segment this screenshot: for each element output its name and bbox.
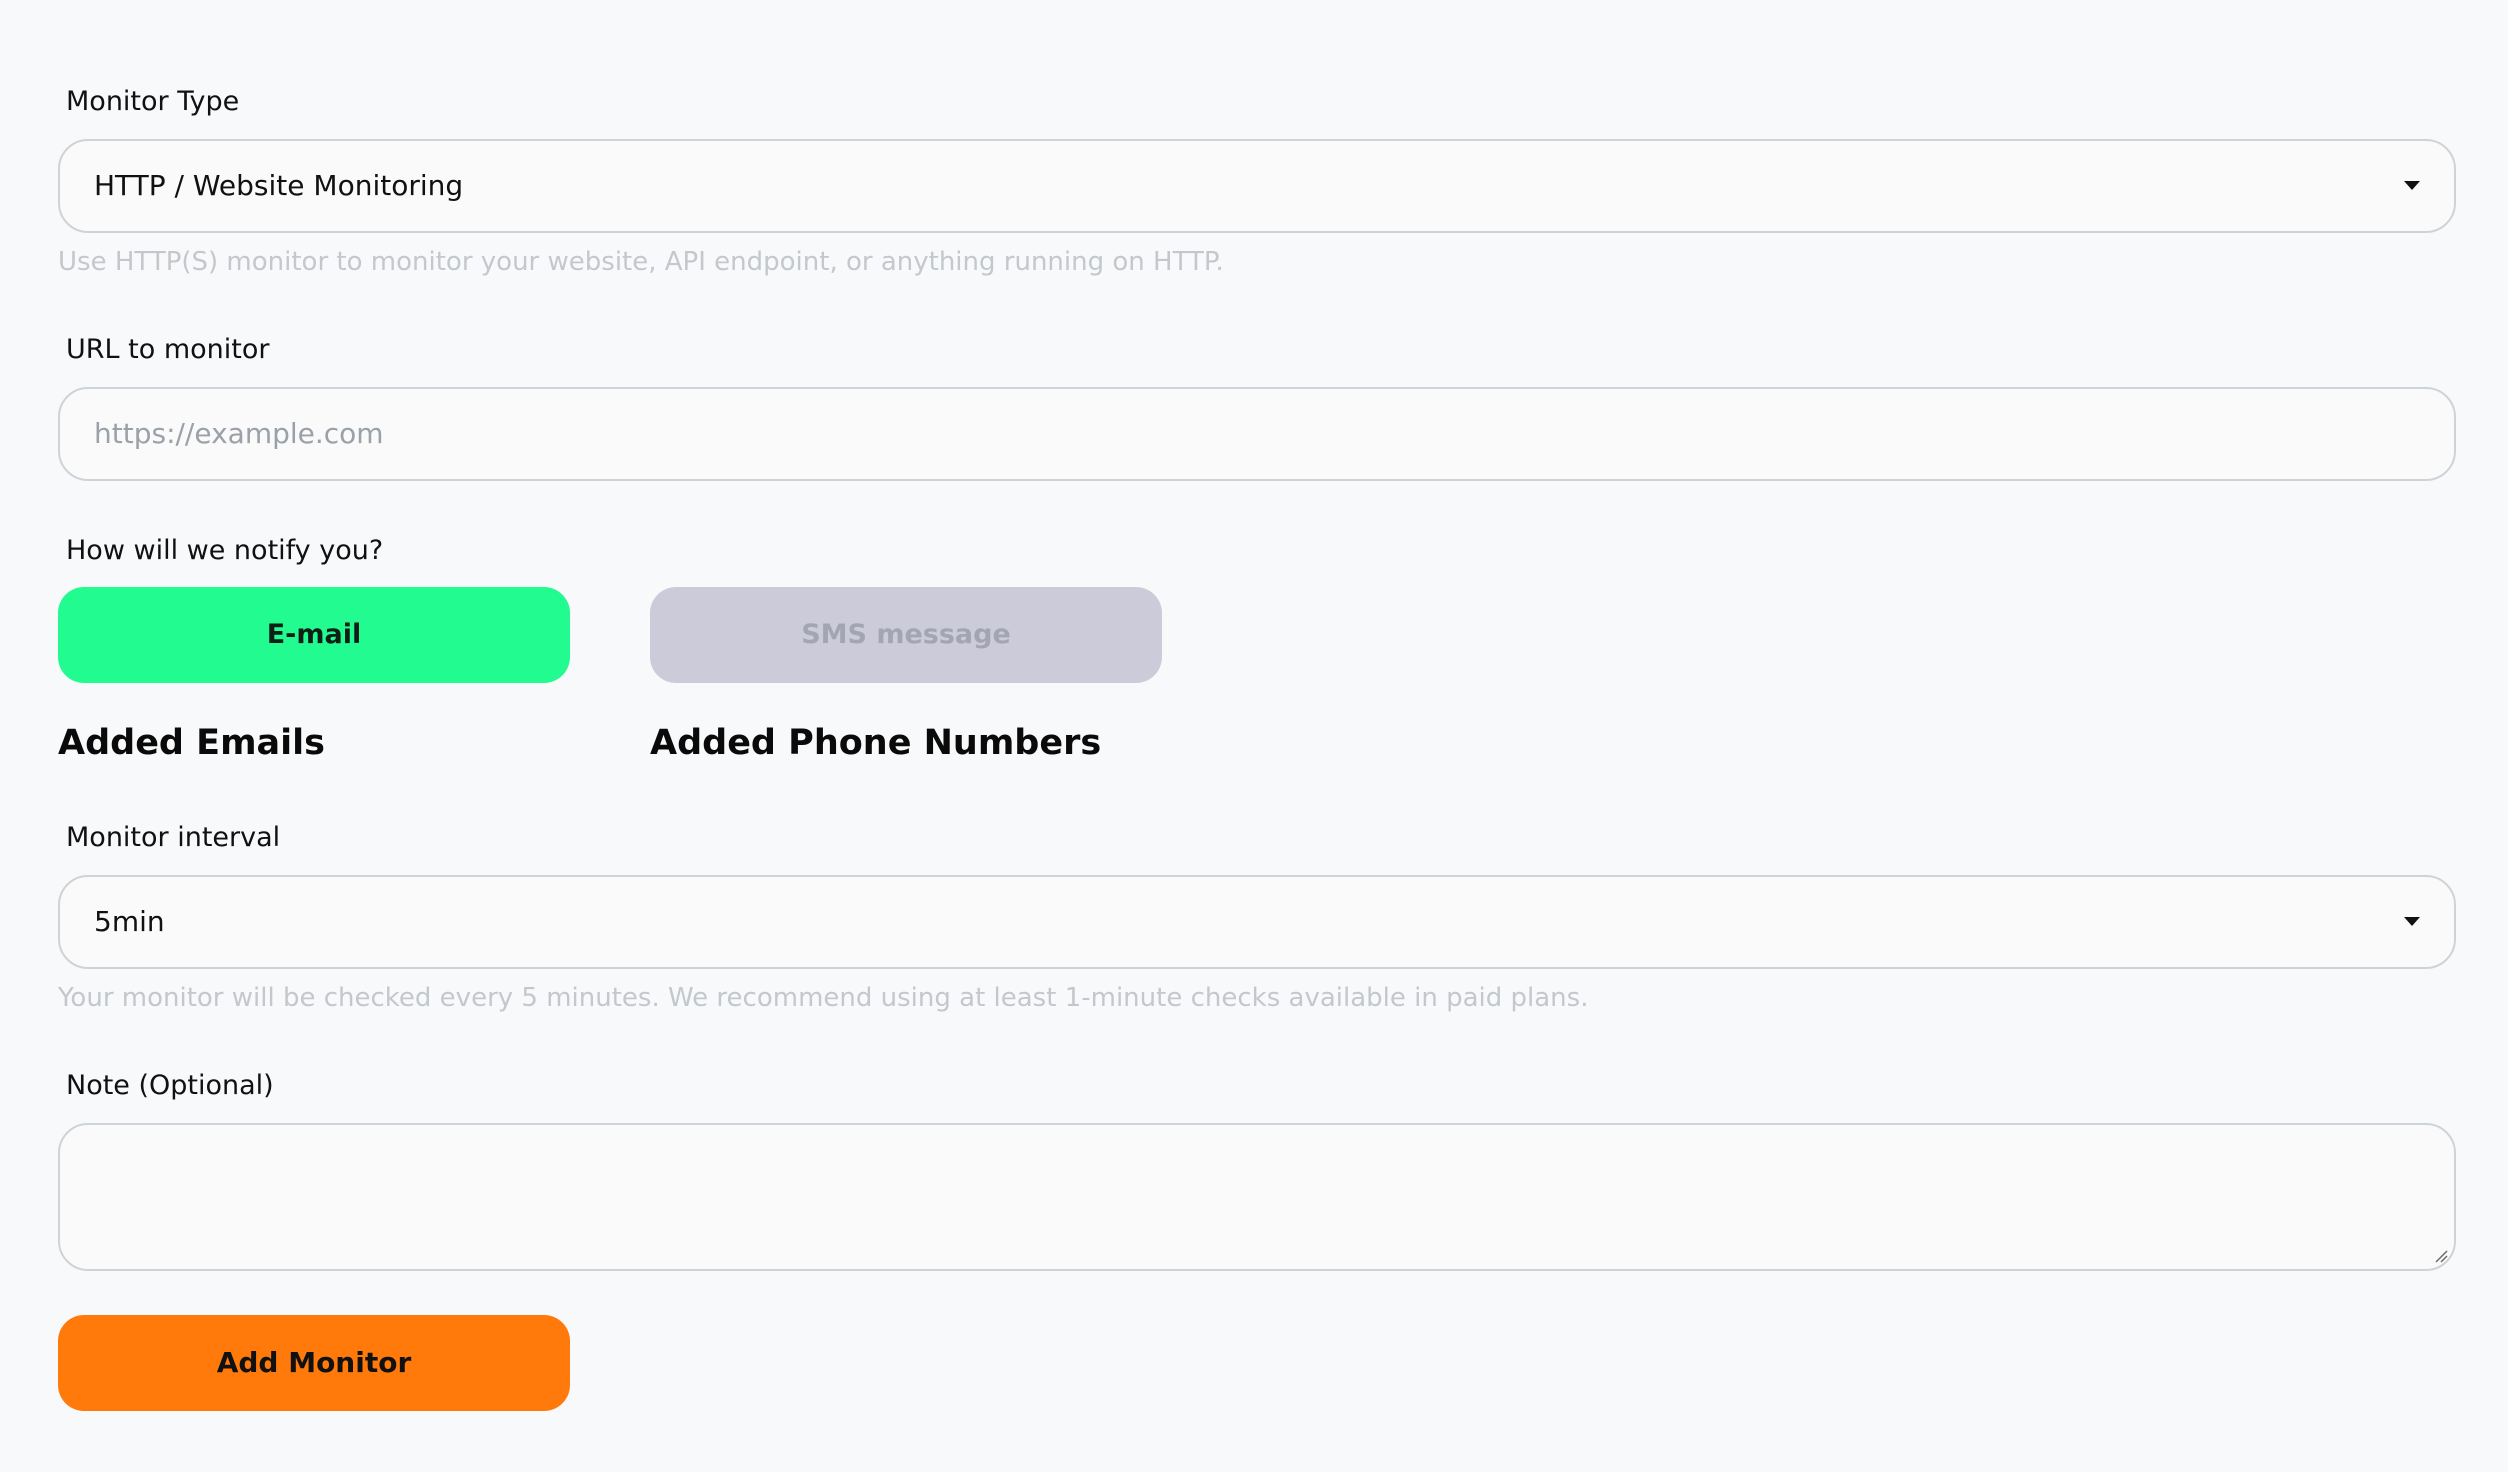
caret-down-icon [2404, 181, 2420, 190]
url-input[interactable]: https://example.com [58, 387, 2456, 481]
add-monitor-form: Monitor Type HTTP / Website Monitoring U… [0, 0, 2508, 1472]
monitor-type-select[interactable]: HTTP / Website Monitoring [58, 139, 2456, 233]
monitor-type-help-text: Use HTTP(S) monitor to monitor your webs… [58, 247, 1224, 277]
monitor-type-label: Monitor Type [66, 86, 240, 117]
resize-handle-icon[interactable] [2434, 1249, 2448, 1263]
add-monitor-button[interactable]: Add Monitor [58, 1315, 570, 1411]
added-emails-heading: Added Emails [58, 723, 325, 763]
url-label: URL to monitor [66, 334, 270, 365]
notify-label: How will we notify you? [66, 535, 384, 566]
sms-toggle-button[interactable]: SMS message [650, 587, 1162, 683]
note-label: Note (Optional) [66, 1070, 274, 1101]
interval-help-text: Your monitor will be checked every 5 min… [58, 983, 1589, 1013]
interval-select[interactable]: 5min [58, 875, 2456, 969]
interval-selected-value: 5min [94, 905, 165, 938]
url-input-placeholder: https://example.com [94, 417, 384, 450]
interval-label: Monitor interval [66, 822, 281, 853]
note-textarea[interactable] [58, 1123, 2456, 1271]
email-toggle-button[interactable]: E-mail [58, 587, 570, 683]
added-phone-numbers-heading: Added Phone Numbers [650, 723, 1102, 763]
caret-down-icon [2404, 917, 2420, 926]
monitor-type-selected-value: HTTP / Website Monitoring [94, 169, 464, 202]
